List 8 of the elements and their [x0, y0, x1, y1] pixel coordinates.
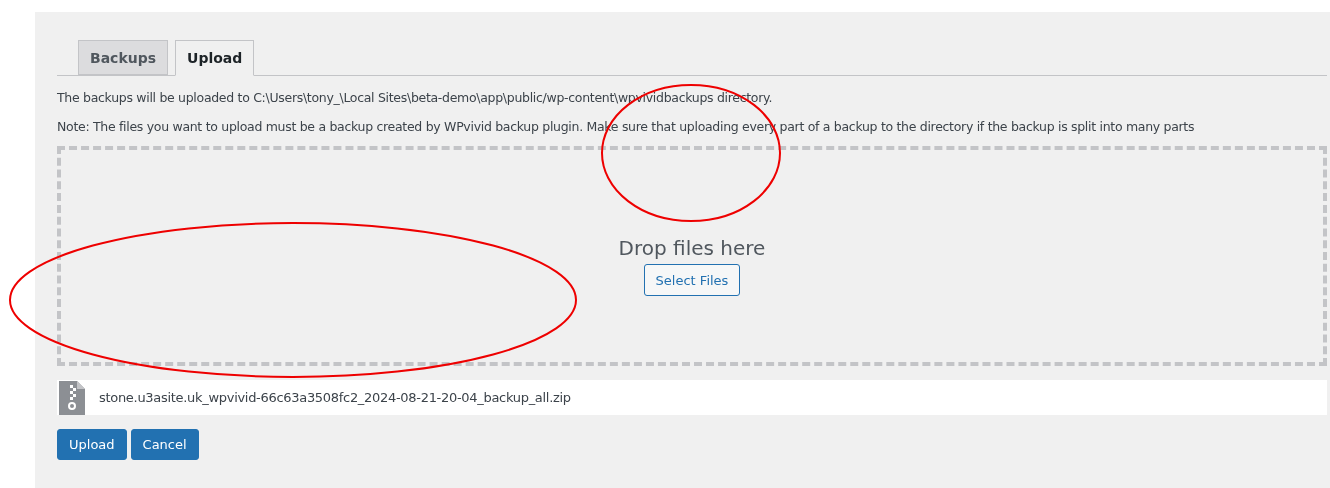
drop-text: Drop files here	[618, 236, 766, 260]
cancel-button[interactable]: Cancel	[130, 429, 199, 460]
upload-button[interactable]: Upload	[57, 429, 127, 460]
tab[interactable]: Upload	[175, 40, 255, 76]
file-name: stone.u3asite.uk_wpvivid-66c63a3508fc2_2024-08-21-20-04_backup_all.zip	[99, 390, 571, 405]
select-files-button[interactable]: Select Files	[643, 264, 741, 296]
drop-zone[interactable]: Drop files here Select Files	[57, 146, 1327, 366]
tab[interactable]: Backups	[78, 40, 169, 75]
